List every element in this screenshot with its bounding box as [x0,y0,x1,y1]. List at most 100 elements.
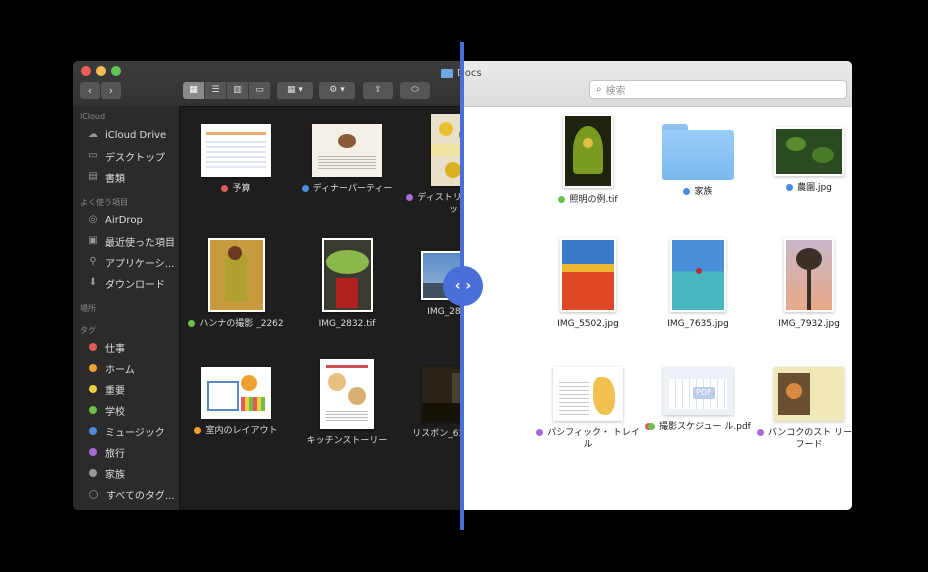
finder-dark-mode: Docs ‹ › ▦ ☰ ▥ ▭ ▦ ▾ ⚙ ▾ ⇪ ⬭ iCloud ☁iCl… [73,61,463,510]
tag-dot [188,320,196,327]
toolbar: Docs ‹ › ▦ ☰ ▥ ▭ ▦ ▾ ⚙ ▾ ⇪ ⬭ [73,61,463,107]
file-item[interactable]: 予算 [181,124,291,195]
sidebar-tag-travel[interactable]: 旅行 [87,444,125,460]
tag-color-dot [89,385,97,393]
tag-color-dot [89,364,97,372]
folder-item[interactable]: 家族 [643,124,753,198]
tag-dot [786,184,794,191]
photo-thumbnail [784,238,834,312]
sidebar-tag-work[interactable]: 仕事 [87,339,125,355]
view-switcher: ▦ ☰ ▥ ▭ [183,82,271,99]
tag-dot [536,429,544,436]
tag-dot [194,427,202,434]
window-title: Docs [463,66,482,80]
sidebar-tag-important[interactable]: 重要 [87,381,125,397]
cloud-icon: ☁ [88,129,98,140]
share-button[interactable]: ⇪ [363,82,393,99]
file-item[interactable]: PDF 撮影スケジュー ル.pdf [643,367,753,433]
column-view-button[interactable]: ▥ [227,82,249,99]
tag-dot [406,194,414,201]
document-thumbnail [774,367,844,421]
icon-view-button[interactable]: ▦ [183,82,205,99]
tag-button[interactable]: ⬭ [400,82,430,99]
tag-dot [301,185,309,192]
file-item[interactable]: パシフィック・ トレイル [533,367,643,451]
tag-dot [221,185,229,192]
file-item[interactable]: バンコクのスト リートフード [754,367,852,451]
tag-dot [648,423,656,430]
sidebar-item-desktop[interactable]: ▭ デスクトップ [87,148,165,164]
sidebar-tag-family[interactable]: 家族 [87,465,125,481]
tag-dot [683,188,691,195]
file-item[interactable]: ハンナの撮影 _2262 [181,238,291,330]
finder-light-mode: Docs ⌕検索 照明の例.tif 家族 農園.jpg [463,61,852,510]
sidebar-tag-music[interactable]: ミュージック [87,423,165,439]
file-item[interactable]: ディストリクト マーケット [403,114,463,216]
sidebar-tag-school[interactable]: 学校 [87,402,125,418]
download-icon: ⬇ [88,277,98,288]
sidebar-section-tags: タグ [80,326,96,335]
tag-color-dot [89,469,97,477]
action-button[interactable]: ⚙ ▾ [319,82,355,99]
compare-slider-handle[interactable]: ‹ › [443,266,483,306]
file-item[interactable]: IMG_2832.tif [292,238,402,330]
sidebar-item-documents[interactable]: ▤ 書類 [87,169,125,185]
sidebar-item-icloud-drive[interactable]: ☁ iCloud Drive [87,127,166,143]
poster-thumbnail [431,114,463,186]
sidebar-item-airdrop[interactable]: ◎ AirDrop [87,212,143,228]
zoom-button[interactable] [111,66,121,76]
gallery-view-button[interactable]: ▭ [249,82,271,99]
file-item[interactable]: 照明の例.tif [533,114,643,206]
file-item[interactable]: IMG_7932.jpg [754,238,852,330]
recents-icon: ▣ [88,235,98,246]
file-item[interactable]: IMG_7635.jpg [643,238,753,330]
forward-button[interactable]: › [101,82,121,99]
document-icon: ▤ [88,171,98,182]
floorplan-thumbnail [201,367,271,419]
sidebar-section-favorites: よく使う項目 [80,198,128,207]
applications-icon: ⚲ [89,256,97,267]
tag-color-dot [89,406,97,414]
sidebar-tag-home[interactable]: ホーム [87,360,135,376]
close-button[interactable] [81,66,91,76]
tag-color-dot [89,343,97,351]
minimize-button[interactable] [96,66,106,76]
folder-icon [662,124,734,180]
back-button[interactable]: ‹ [80,82,100,99]
photo-thumbnail [670,238,726,312]
pdf-thumbnail: PDF [663,367,733,415]
tag-color-dot [89,427,97,435]
toolbar: Docs ⌕検索 [463,61,852,107]
sidebar-section-icloud: iCloud [80,112,106,121]
list-view-button[interactable]: ☰ [205,82,227,99]
photo-thumbnail [563,114,613,188]
tag-color-dot [89,448,97,456]
file-item[interactable]: ディナーパーティー [292,124,402,195]
group-button[interactable]: ▦ ▾ [277,82,313,99]
file-item[interactable]: 室内のレイアウト [181,367,291,437]
photo-thumbnail [321,238,373,312]
airdrop-icon: ◎ [88,214,98,225]
sidebar-item-downloads[interactable]: ⬇ ダウンロード [87,275,165,291]
file-item[interactable]: 農園.jpg [754,124,852,194]
tag-outline-icon [89,489,98,499]
tag-dot [756,429,764,436]
search-icon: ⌕ [596,84,602,95]
file-item[interactable]: IMG_5502.jpg [533,238,643,330]
search-field[interactable]: ⌕ 検索 [589,80,847,99]
video-thumbnail [422,367,463,422]
photo-thumbnail [560,238,616,312]
sidebar-tag-all[interactable]: すべてのタグ... [87,486,174,502]
document-thumbnail [320,359,374,429]
spreadsheet-thumbnail [201,124,271,177]
sidebar-section-locations: 場所 [80,304,96,313]
photo-thumbnail [774,127,844,176]
pdf-badge: PDF [693,387,715,399]
desktop-icon: ▭ [88,150,98,161]
document-thumbnail [553,367,623,421]
document-thumbnail [312,124,382,177]
sidebar-item-recents[interactable]: ▣ 最近使った項目 [87,233,175,249]
sidebar-item-applications[interactable]: ⚲ アプリケーシ... [87,254,174,270]
file-item[interactable]: リスボン_61695.mov [403,367,463,440]
file-item[interactable]: キッチンストーリー [292,359,402,447]
